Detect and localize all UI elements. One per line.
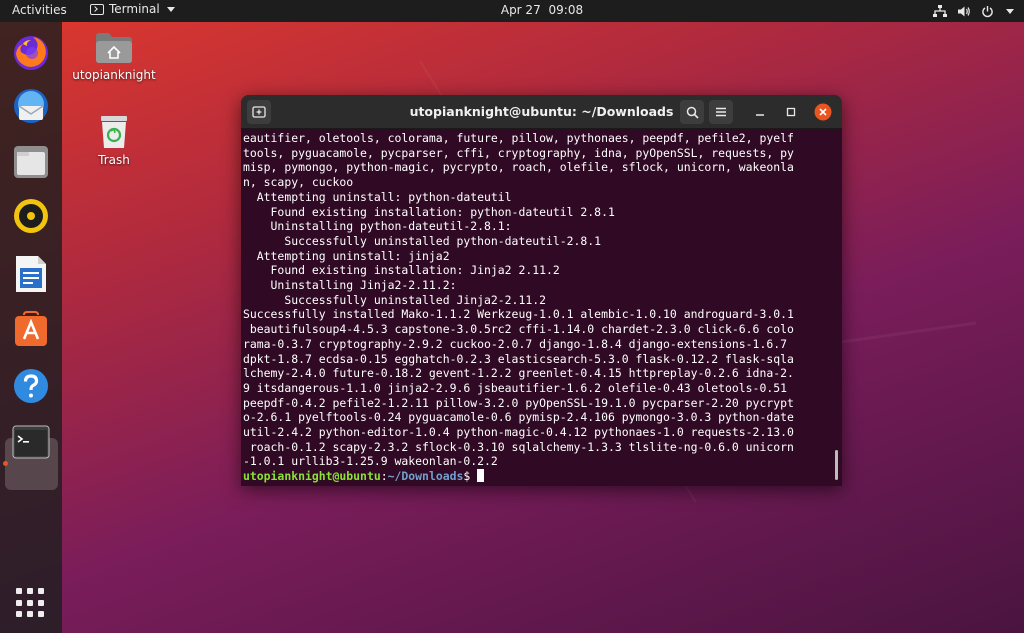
terminal-line: Found existing installation: Jinja2 2.11…: [243, 263, 560, 278]
system-tray[interactable]: [933, 2, 1014, 20]
terminal-line: beautifulsoup4-4.5.3 capstone-3.0.5rc2 c…: [243, 322, 794, 337]
menu-icon: [716, 107, 726, 117]
help-icon: [14, 369, 48, 403]
trash-label: Trash: [98, 153, 130, 167]
terminal-line: dpkt-1.8.7 ecdsa-0.15 egghatch-0.2.3 ela…: [243, 351, 794, 366]
terminal-line: tools, pyguacamole, pycparser, cffi, cry…: [243, 145, 794, 160]
terminal-line: Successfully uninstalled python-dateutil…: [243, 233, 602, 248]
close-icon: [814, 103, 832, 121]
maximize-icon: [786, 107, 796, 117]
terminal-line: 9 itsdangerous-1.1.0 jinja2-2.9.6 jsbeau…: [243, 380, 787, 395]
volume-icon: [958, 6, 970, 16]
terminal-line: eautifier, oletools, colorama, future, p…: [243, 131, 794, 145]
terminal-line: rama-0.3.7 cryptography-2.9.2 cuckoo-2.0…: [243, 336, 787, 351]
scrollbar[interactable]: [835, 450, 838, 480]
terminal-icon: [12, 425, 50, 459]
terminal-line: Uninstalling python-dateutil-2.8.1:: [243, 219, 512, 234]
dock-firefox[interactable]: [9, 30, 53, 74]
home-folder-label: utopianknight: [72, 68, 156, 82]
minimize-icon: [756, 114, 764, 116]
text-cursor: [477, 469, 485, 483]
writer-icon: [16, 256, 46, 292]
top-bar: Activities Terminal Apr 27 09:08: [0, 0, 1024, 22]
network-icon: [933, 4, 947, 17]
dock-help[interactable]: [9, 364, 53, 408]
dock: [0, 22, 62, 633]
desktop-trash[interactable]: Trash: [69, 114, 159, 167]
thunderbird-icon: [14, 89, 48, 123]
dock-ubuntu-software[interactable]: [9, 308, 53, 352]
search-icon: [686, 106, 699, 119]
clock-time: 09:08: [548, 3, 584, 17]
home-folder-icon: [96, 33, 132, 63]
terminal-line: o-2.6.1 pyelftools-0.24 pyguacamole-0.6 …: [243, 410, 794, 425]
terminal-prompt[interactable]: utopianknight@ubuntu:~/Downloads$: [243, 469, 833, 484]
terminal-line: Attempting uninstall: jinja2: [243, 248, 450, 263]
close-button[interactable]: [814, 103, 832, 121]
terminal-line: Attempting uninstall: python-dateutil: [243, 189, 512, 204]
chevron-down-icon: [1006, 8, 1014, 14]
prompt-path: ~/Downloads: [387, 469, 464, 484]
terminal-line: peepdf-0.4.2 pefile2-1.2.11 pillow-3.2.0…: [243, 395, 794, 410]
dock-libreoffice-writer[interactable]: [9, 252, 53, 296]
terminal-line: util-2.4.2 python-editor-1.0.4 python-ma…: [243, 425, 794, 440]
terminal-window[interactable]: utopianknight@ubuntu: ~/Downloads eautif…: [241, 95, 842, 486]
terminal-line: -1.0.1 urllib3-1.25.9 wakeonlan-0.2.2: [243, 454, 498, 469]
minimize-button[interactable]: [751, 103, 769, 121]
clock[interactable]: Apr 27 09:08: [0, 3, 1024, 17]
running-indicator: [3, 461, 8, 466]
software-icon: [15, 311, 47, 346]
prompt-symbol: $: [463, 469, 471, 484]
files-icon: [14, 146, 48, 178]
dock-rhythmbox[interactable]: [9, 194, 53, 238]
terminal-line: roach-0.1.2 scapy-2.3.2 sflock-0.3.10 sq…: [243, 439, 794, 454]
terminal-line: misp, pymongo, python-magic, pycrypto, r…: [243, 160, 794, 175]
maximize-button[interactable]: [782, 103, 800, 121]
dock-files[interactable]: [9, 140, 53, 184]
power-icon: [982, 5, 993, 17]
terminal-titlebar[interactable]: utopianknight@ubuntu: ~/Downloads: [241, 95, 842, 129]
terminal-line: lchemy-2.4.0 future-0.18.2 gevent-1.2.2 …: [243, 366, 794, 381]
terminal-line: Found existing installation: python-date…: [243, 204, 615, 219]
firefox-icon: [14, 36, 48, 70]
terminal-line: Successfully installed Mako-1.1.2 Werkze…: [243, 307, 794, 322]
terminal-line: Uninstalling Jinja2-2.11.2:: [243, 278, 457, 293]
rhythmbox-icon: [14, 199, 48, 233]
dock-terminal[interactable]: [9, 420, 53, 464]
menu-button[interactable]: [709, 100, 733, 124]
terminal-line: Successfully uninstalled Jinja2-2.11.2: [243, 292, 546, 307]
dock-thunderbird[interactable]: [9, 84, 53, 128]
search-button[interactable]: [680, 100, 704, 124]
prompt-separator: :: [380, 469, 388, 484]
trash-icon: [101, 116, 127, 148]
clock-date: Apr 27: [500, 3, 541, 17]
terminal-line: n, scapy, cuckoo: [243, 175, 354, 190]
prompt-user: utopianknight@ubuntu: [243, 469, 381, 484]
terminal-output[interactable]: eautifier, oletools, colorama, future, p…: [243, 131, 833, 484]
show-apps-icon[interactable]: [16, 588, 46, 618]
desktop-home-folder[interactable]: utopianknight: [69, 30, 159, 82]
